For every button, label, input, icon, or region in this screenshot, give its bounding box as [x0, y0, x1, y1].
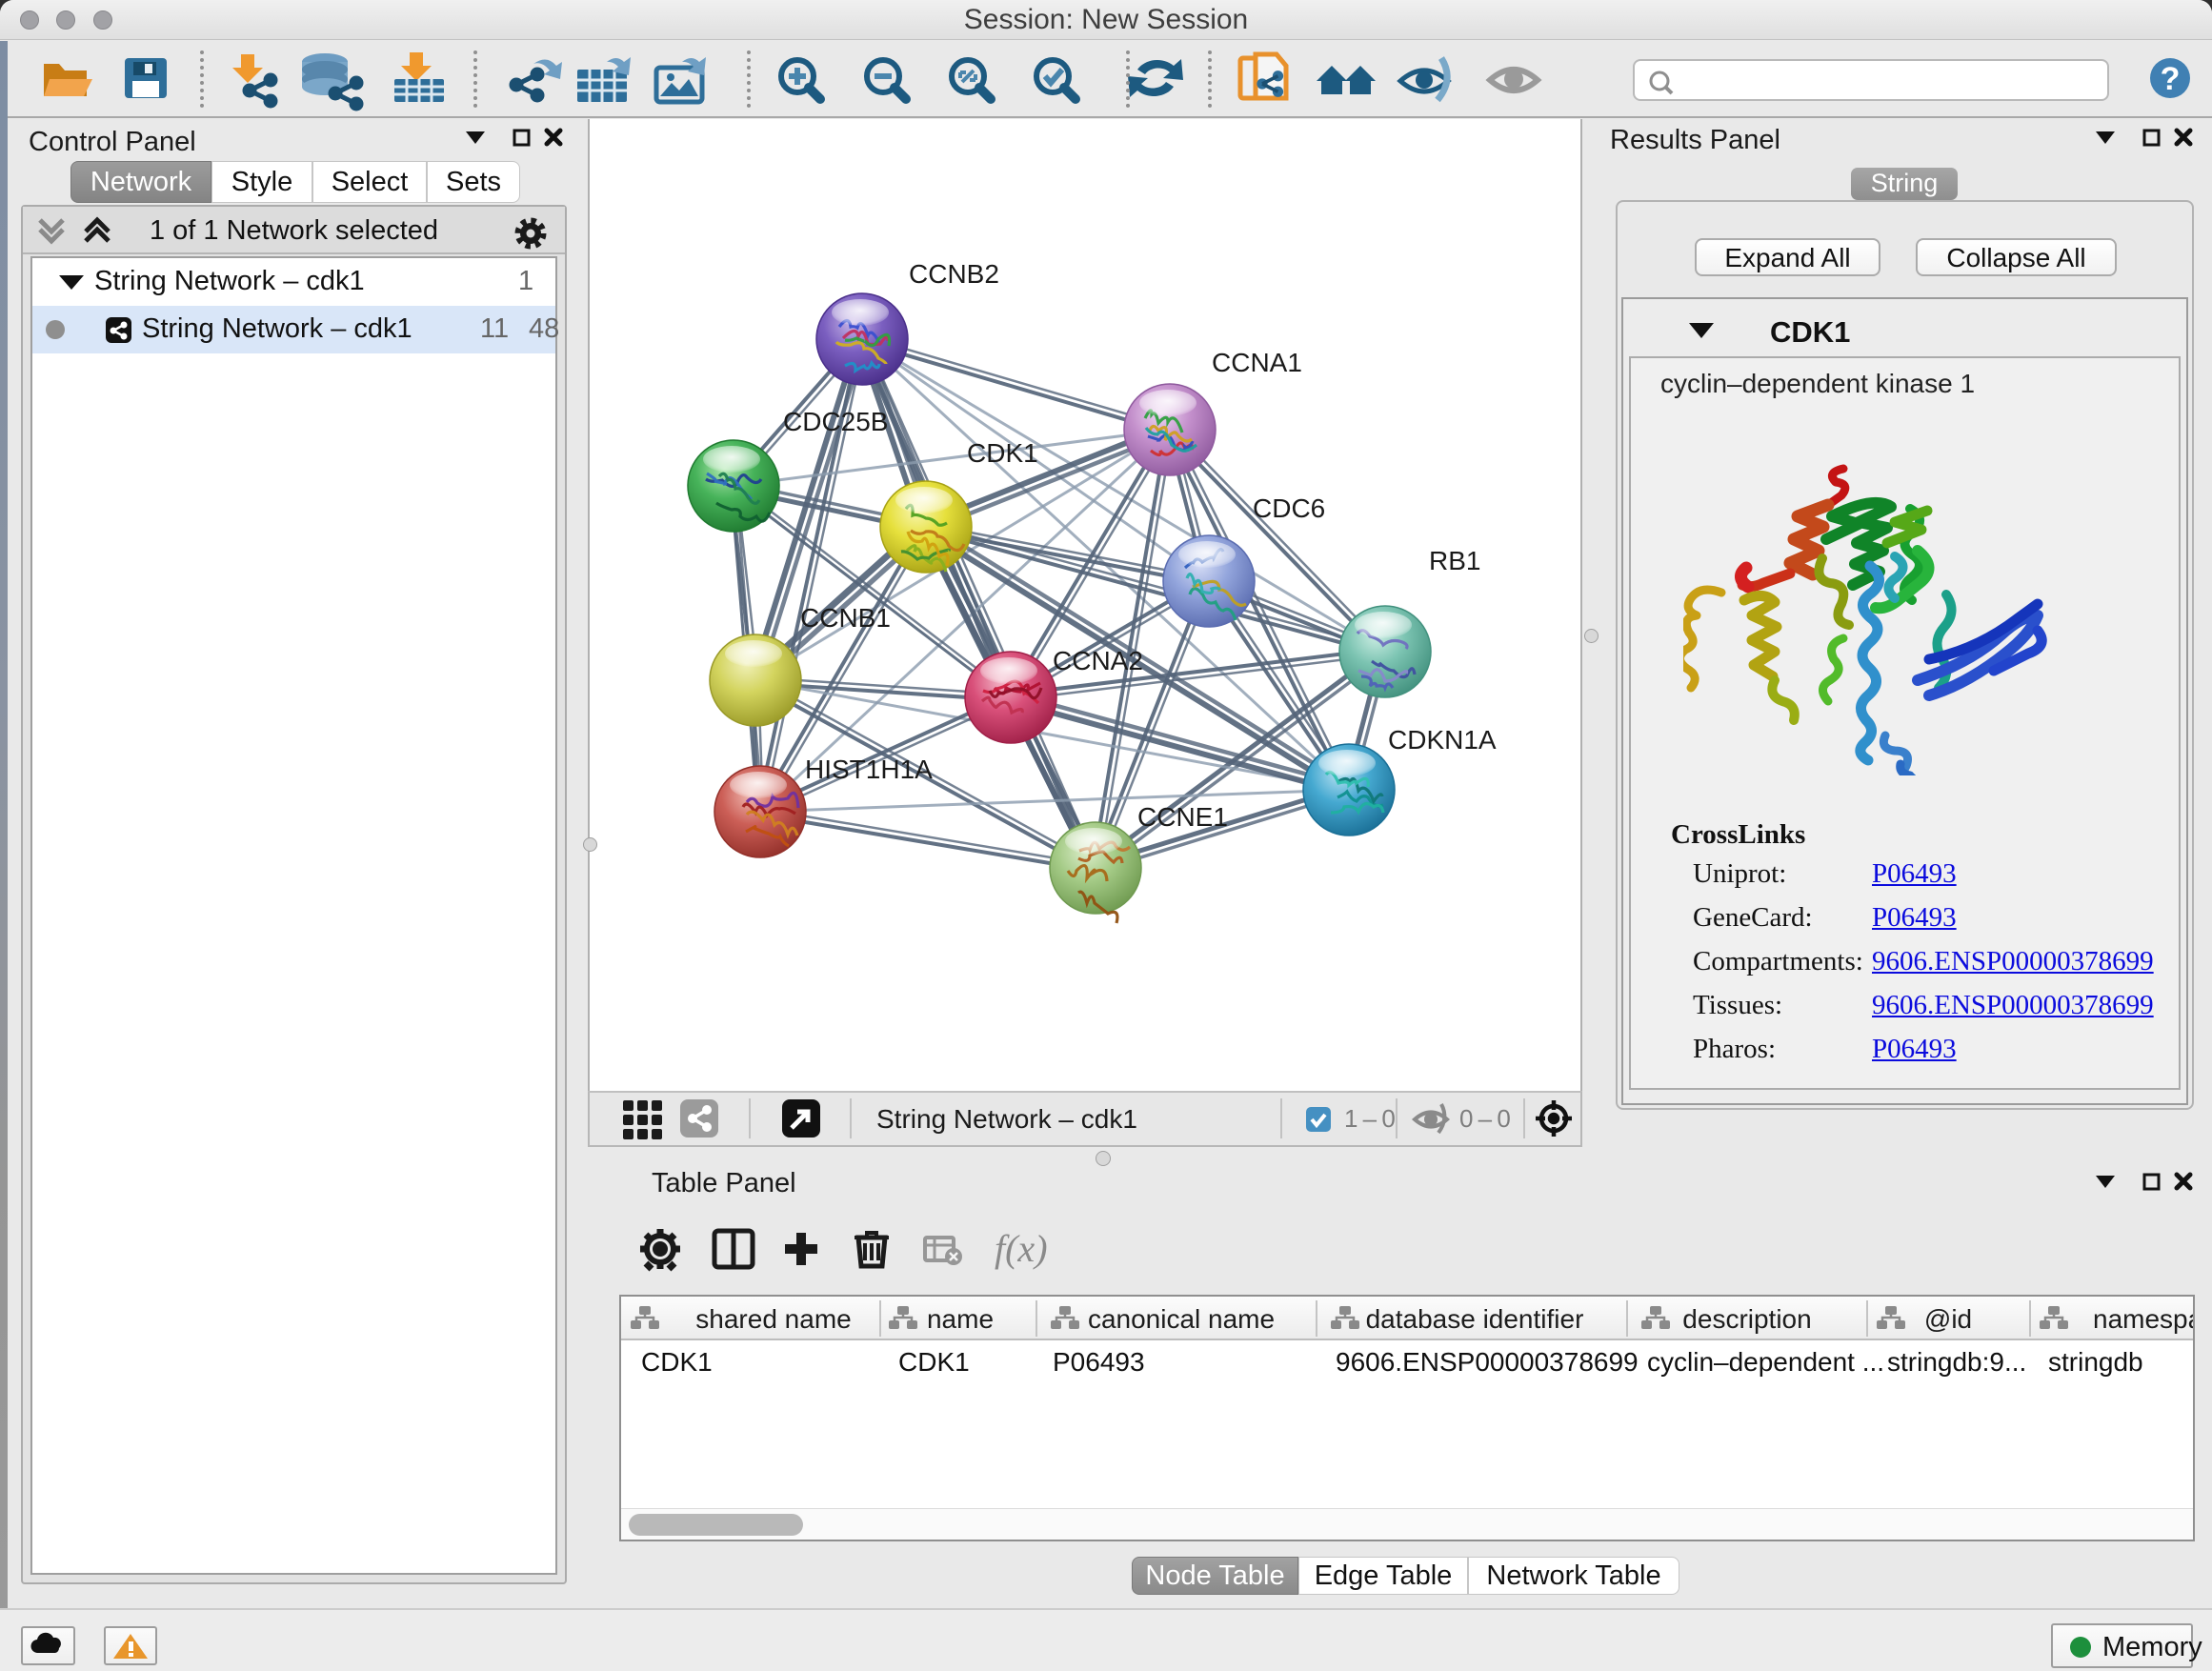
- svg-text:namespace: namespace: [2093, 1304, 2193, 1334]
- svg-text:database identifier: database identifier: [1366, 1304, 1584, 1334]
- svg-text:@id: @id: [1924, 1304, 1972, 1334]
- svg-text:name: name: [927, 1304, 994, 1334]
- svg-text:CDC6: CDC6: [1253, 493, 1325, 523]
- svg-text:0 – 0: 0 – 0: [1459, 1104, 1511, 1133]
- svg-text:?: ?: [2161, 61, 2181, 97]
- svg-text:CDK1: CDK1: [967, 438, 1038, 468]
- svg-text:CCNA1: CCNA1: [1212, 348, 1302, 377]
- svg-text:CDKN1A: CDKN1A: [1388, 725, 1497, 755]
- svg-text:CCNB1: CCNB1: [800, 603, 891, 633]
- svg-text:CCNA2: CCNA2: [1053, 646, 1143, 675]
- svg-text:CCNB2: CCNB2: [909, 259, 999, 289]
- svg-text:f(x): f(x): [995, 1227, 1048, 1270]
- svg-text:canonical name: canonical name: [1088, 1304, 1275, 1334]
- svg-text:RB1: RB1: [1429, 546, 1480, 575]
- svg-text:1 – 0: 1 – 0: [1344, 1104, 1396, 1133]
- svg-text:HIST1H1A: HIST1H1A: [805, 755, 933, 784]
- svg-text:String Network – cdk1: String Network – cdk1: [876, 1104, 1137, 1134]
- svg-text:description: description: [1682, 1304, 1811, 1334]
- svg-text:CDC25B: CDC25B: [783, 407, 888, 436]
- svg-text:CCNE1: CCNE1: [1137, 802, 1228, 832]
- svg-text:shared name: shared name: [695, 1304, 851, 1334]
